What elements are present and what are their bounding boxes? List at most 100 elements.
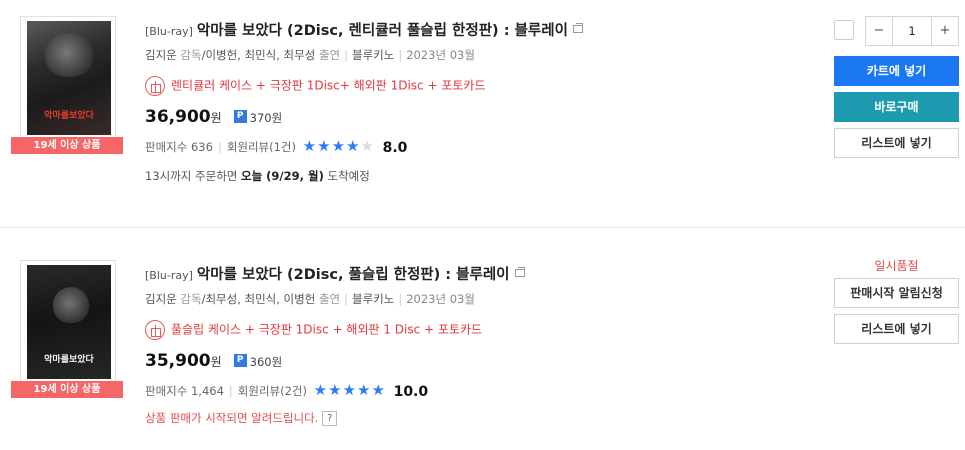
product-cover[interactable]: 악마를보았다 19세 이상 상품: [11, 16, 123, 154]
cover-frame: 악마를보았다: [20, 16, 116, 138]
product-actions: 일시품절 판매시작 알림신청 리스트에 넣기: [834, 259, 959, 344]
product-item: 악마를보았다 19세 이상 상품 [Blu-ray] 악마를 보았다 (2Disc…: [0, 228, 965, 450]
divider: |: [398, 292, 403, 306]
age-restriction-badge: 19세 이상 상품: [11, 381, 123, 398]
product-cover[interactable]: 악마를보았다 19세 이상 상품: [11, 260, 123, 398]
popup-icon[interactable]: [514, 267, 525, 277]
cover-image: 악마를보았다: [27, 21, 111, 135]
restock-alert-button[interactable]: 판매시작 알림신청: [834, 278, 959, 308]
product-title-link[interactable]: 악마를 보았다 (2Disc, 렌티큘러 풀슬립 한정판) : 블루레이: [197, 23, 568, 39]
cast-role: 출연: [318, 292, 341, 306]
cast-links[interactable]: 최무성, 최민식, 이병헌: [205, 292, 315, 306]
help-icon[interactable]: ?: [322, 411, 338, 426]
cover-figure: [45, 33, 93, 77]
product-title-row: [Blu-ray] 악마를 보았다 (2Disc, 풀슬립 한정판) : 블루레이: [145, 264, 805, 286]
gift-row: 렌티큘러 케이스 + 극장판 1Disc+ 해외판 1Disc + 포토카드: [145, 74, 805, 96]
review-link[interactable]: 회원리뷰(2건): [238, 384, 307, 398]
cover-frame: 악마를보았다: [20, 260, 116, 382]
product-title-row: [Blu-ray] 악마를 보았다 (2Disc, 렌티큘러 풀슬립 한정판) :…: [145, 20, 805, 42]
gift-text: 풀슬립 케이스 + 극장판 1Disc + 해외판 1 Disc + 포토카드: [171, 322, 483, 337]
points-value: 360원: [249, 355, 283, 369]
rating-score: 10.0: [393, 383, 429, 400]
gift-text: 렌티큘러 케이스 + 극장판 1Disc+ 해외판 1Disc + 포토카드: [171, 78, 486, 93]
stats-row: 판매지수 1,464 | 회원리뷰(2건) ★★★★★ 10.0: [145, 379, 805, 403]
divider: |: [344, 48, 348, 62]
price-value: 35,900: [145, 351, 211, 371]
price-unit: 원: [210, 355, 222, 369]
director-link[interactable]: 김지운: [145, 48, 177, 62]
select-checkbox[interactable]: [834, 20, 854, 40]
quantity-stepper: − 1 +: [865, 16, 959, 46]
cast-links[interactable]: 이병헌, 최민식, 최무성: [205, 48, 315, 62]
star-icon: ★: [302, 136, 317, 155]
sales-index-value: 636: [190, 140, 213, 154]
buy-now-button[interactable]: 바로구매: [834, 92, 959, 122]
price-unit: 원: [210, 111, 222, 125]
product-item: 악마를보았다 19세 이상 상품 [Blu-ray] 악마를 보았다 (2Disc…: [0, 0, 965, 228]
divider: |: [344, 292, 348, 306]
rating-stars: ★★★★★: [303, 135, 375, 159]
age-restriction-badge: 19세 이상 상품: [11, 137, 123, 154]
product-meta: 김지운 감독/이병헌, 최민식, 최무성 출연 | 블루키노 | 2023년 03월: [145, 48, 475, 62]
divider: |: [398, 48, 403, 62]
add-to-list-button[interactable]: 리스트에 넣기: [834, 128, 959, 158]
points-icon: P: [233, 354, 247, 367]
delivery-suffix: 도착예정: [327, 169, 370, 183]
add-to-list-button[interactable]: 리스트에 넣기: [834, 314, 959, 344]
star-icon: ★: [331, 136, 346, 155]
product-format: [Blu-ray]: [145, 269, 193, 282]
star-icon: ★: [371, 380, 385, 399]
price-value: 36,900: [145, 107, 211, 127]
star-empty-icon: ★: [360, 136, 374, 155]
cover-figure: [53, 287, 89, 323]
points-value: 370원: [249, 111, 283, 125]
delivery-date: 오늘 (9/29, 월): [241, 169, 324, 183]
cover-image: 악마를보았다: [27, 265, 111, 379]
star-icon: ★: [313, 380, 328, 399]
star-icon: ★: [328, 380, 342, 399]
delivery-prefix: 13시까지 주문하면: [145, 169, 238, 183]
director-role: 감독: [180, 48, 202, 62]
rating-score: 8.0: [382, 139, 408, 156]
quantity-row: − 1 +: [834, 16, 959, 46]
sales-index-label: 판매지수: [145, 384, 188, 398]
cover-title-text: 악마를보았다: [44, 355, 94, 365]
stats-row: 판매지수 636 | 회원리뷰(1건) ★★★★★ 8.0: [145, 135, 805, 159]
points-icon: P: [233, 110, 247, 123]
review-link[interactable]: 회원리뷰(1건): [227, 140, 296, 154]
star-icon: ★: [317, 136, 331, 155]
divider: |: [217, 140, 222, 154]
publisher-link[interactable]: 블루키노: [352, 292, 394, 306]
gift-icon: [145, 319, 165, 340]
quantity-minus-button[interactable]: −: [866, 17, 893, 45]
product-title-link[interactable]: 악마를 보았다 (2Disc, 풀슬립 한정판) : 블루레이: [197, 267, 510, 283]
quantity-input[interactable]: 1: [893, 17, 931, 45]
star-icon: ★: [342, 380, 357, 399]
quantity-plus-button[interactable]: +: [931, 17, 958, 45]
price-row: 36,900원 P 370원: [145, 105, 805, 129]
sale-notice: 상품 판매가 시작되면 알려드립니다.?: [145, 409, 805, 427]
add-to-cart-button[interactable]: 카트에 넣기: [834, 56, 959, 86]
director-link[interactable]: 김지운: [145, 292, 177, 306]
sale-notice-text: 상품 판매가 시작되면 알려드립니다.: [145, 411, 319, 425]
soldout-label: 일시품절: [874, 259, 919, 273]
product-info: [Blu-ray] 악마를 보았다 (2Disc, 렌티큘러 풀슬립 한정판) :…: [145, 20, 805, 185]
release-date: 2023년 03월: [406, 292, 475, 306]
product-format: [Blu-ray]: [145, 25, 193, 38]
cover-title-text: 악마를보았다: [44, 111, 94, 121]
gift-icon: [145, 75, 165, 96]
gift-row: 풀슬립 케이스 + 극장판 1Disc + 해외판 1 Disc + 포토카드: [145, 318, 805, 340]
sales-index-label: 판매지수: [145, 140, 188, 154]
product-meta: 김지운 감독/최무성, 최민식, 이병헌 출연 | 블루키노 | 2023년 03월: [145, 292, 475, 306]
product-actions: − 1 + 카트에 넣기 바로구매 리스트에 넣기: [834, 16, 959, 158]
popup-icon[interactable]: [572, 23, 583, 33]
publisher-link[interactable]: 블루키노: [352, 48, 394, 62]
cast-role: 출연: [318, 48, 341, 62]
sales-index-value: 1,464: [190, 384, 224, 398]
director-role: 감독: [180, 292, 202, 306]
divider: |: [228, 384, 233, 398]
star-icon: ★: [346, 136, 360, 155]
rating-stars: ★★★★★: [314, 379, 386, 403]
release-date: 2023년 03월: [406, 48, 475, 62]
product-info: [Blu-ray] 악마를 보았다 (2Disc, 풀슬립 한정판) : 블루레이…: [145, 264, 805, 427]
